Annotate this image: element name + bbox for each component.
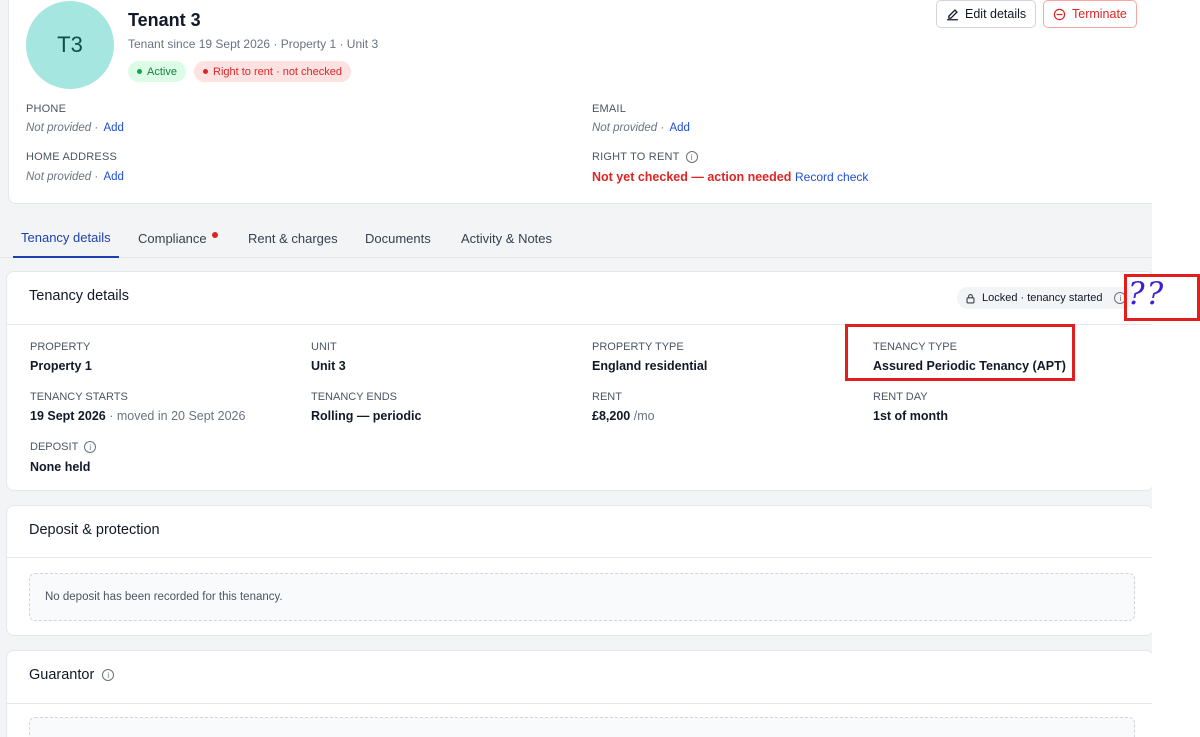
terminate-label: Terminate [1072, 7, 1127, 21]
unit-value: Unit 3 [311, 359, 346, 373]
phone-label: PHONE [26, 103, 67, 115]
add-phone-link[interactable]: Add [103, 122, 123, 134]
right-to-rent-warning: Not yet checked — action needed [592, 170, 792, 184]
status-dot-icon [137, 69, 142, 74]
tenancy-starts-label: TENANCY STARTS [30, 391, 128, 403]
divider [7, 703, 1152, 704]
tenancy-starts-date: 19 Sept 2026 [30, 409, 106, 423]
tab-compliance[interactable]: Compliance [138, 218, 218, 258]
edit-details-label: Edit details [965, 7, 1027, 21]
tab-label: Tenancy details [21, 229, 111, 245]
record-check-link[interactable]: Record check [795, 170, 868, 184]
right-to-rent-label-text: RIGHT TO RENT [592, 151, 680, 163]
tab-activity-notes[interactable]: Activity & Notes [461, 218, 552, 258]
empty-state [29, 717, 1135, 737]
avatar: T3 [26, 1, 114, 89]
alert-dot-icon [211, 232, 218, 238]
moved-in-note: · moved in 20 Sept 2026 [109, 409, 246, 423]
empty-state: No deposit has been recorded for this te… [29, 573, 1135, 621]
email-label: EMAIL [592, 103, 627, 115]
section-title-text: Guarantor [29, 667, 95, 683]
right-to-rent-label: RIGHT TO RENT i [592, 151, 698, 163]
deposit-protection-card: Deposit & protection No deposit has been… [6, 505, 1152, 636]
annotation-highlight-box [845, 324, 1075, 381]
add-address-link[interactable]: Add [103, 171, 123, 183]
section-title: Guarantor i [29, 667, 115, 683]
property-label: PROPERTY [30, 341, 91, 353]
rent-day-label: RENT DAY [873, 391, 928, 403]
section-title: Deposit & protection [29, 522, 160, 538]
edit-details-button[interactable]: Edit details [936, 0, 1037, 28]
info-icon[interactable]: i [84, 441, 97, 453]
edit-icon [946, 8, 959, 20]
tab-label: Activity & Notes [461, 230, 553, 246]
minus-circle-icon [1053, 8, 1066, 20]
tab-label: Compliance [138, 230, 207, 246]
tab-bar: Tenancy details Compliance Rent & charge… [0, 218, 1152, 258]
phone-value-text: Not provided · [26, 122, 99, 134]
page-title: Tenant 3 [128, 10, 201, 30]
tenant-subtitle: Tenant since 19 Sept 2026 · Property 1 ·… [128, 37, 379, 51]
locked-badge-label: Locked · tenancy started [982, 292, 1103, 304]
add-email-link[interactable]: Add [669, 122, 689, 134]
divider [7, 557, 1152, 558]
property-value: Property 1 [30, 359, 92, 373]
rent-period: /mo [633, 409, 655, 423]
guarantor-card: Guarantor i [6, 650, 1152, 737]
home-address-value: Not provided · Add [26, 171, 124, 183]
property-type-value: England residential [592, 359, 708, 373]
locked-badge: Locked · tenancy started i [957, 287, 1135, 309]
rent-day-value: 1st of month [873, 409, 948, 423]
rent-amount: £8,200 [592, 409, 631, 423]
unit-label: UNIT [311, 341, 337, 353]
email-value: Not provided · Add [592, 122, 690, 134]
terminate-button[interactable]: Terminate [1043, 0, 1137, 28]
home-address-label: HOME ADDRESS [26, 151, 118, 163]
status-badge-label: Right to rent · not checked [213, 65, 343, 78]
deposit-label: DEPOSIT i [30, 441, 97, 453]
annotation-question-marks: ?? [1128, 276, 1166, 312]
section-title: Tenancy details [29, 288, 129, 304]
status-badge-label: Active [147, 65, 177, 78]
rent-label: RENT [592, 391, 622, 403]
tenancy-ends-label: TENANCY ENDS [311, 391, 397, 403]
property-type-label: PROPERTY TYPE [592, 341, 684, 353]
info-icon[interactable]: i [102, 669, 115, 681]
rent-value: £8,200 /mo [592, 409, 655, 423]
lock-icon [966, 293, 975, 304]
email-value-text: Not provided · [592, 122, 665, 134]
deposit-value: None held [30, 460, 91, 474]
tenant-header-card: T3 Tenant 3 Tenant since 19 Sept 2026 · … [8, 0, 1152, 204]
status-badge-active: Active [128, 61, 186, 82]
tenancy-details-card: Tenancy details Locked · tenancy started… [6, 271, 1152, 491]
deposit-label-text: DEPOSIT [30, 441, 79, 453]
tenancy-starts-value: 19 Sept 2026 · moved in 20 Sept 2026 [30, 409, 245, 423]
tab-documents[interactable]: Documents [365, 218, 431, 258]
tab-label: Documents [365, 230, 431, 246]
status-dot-icon [203, 69, 208, 74]
phone-value: Not provided · Add [26, 122, 124, 134]
tab-rent-charges[interactable]: Rent & charges [248, 218, 338, 258]
tab-tenancy-details[interactable]: Tenancy details [13, 218, 119, 258]
home-address-value-text: Not provided · [26, 171, 99, 183]
tab-label: Rent & charges [248, 230, 338, 246]
info-icon[interactable]: i [685, 151, 698, 163]
status-badge-right-to-rent: Right to rent · not checked [194, 61, 352, 82]
tenancy-ends-value: Rolling — periodic [311, 409, 422, 423]
